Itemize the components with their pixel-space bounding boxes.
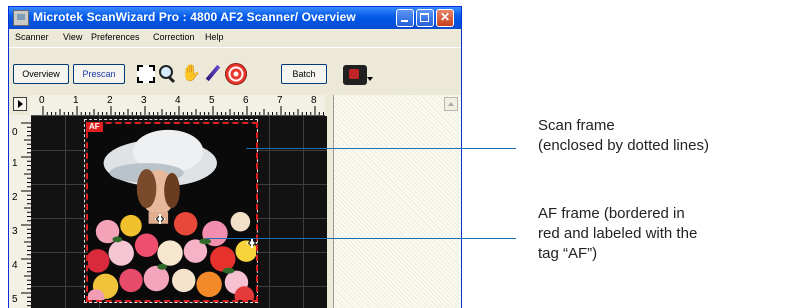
scan-frame-handle[interactable] <box>247 238 257 248</box>
ruler-label: 7 <box>277 95 283 106</box>
batch-button[interactable]: Batch <box>281 64 327 84</box>
ruler-label: 4 <box>12 260 18 271</box>
scanner-app-icon[interactable] <box>13 10 29 26</box>
ruler-label: 5 <box>12 294 18 305</box>
ruler-label: 5 <box>209 95 215 106</box>
ruler-label: 4 <box>175 95 181 106</box>
horizontal-ruler: 0 1 2 3 4 5 6 7 8 <box>29 95 325 116</box>
af-frame-handle[interactable] <box>155 214 165 224</box>
ruler-label: 2 <box>107 95 113 106</box>
toolbar: Overview Prescan ✋ Batch <box>9 47 461 94</box>
title-bar[interactable]: Microtek ScanWizard Pro : 4800 AF2 Scann… <box>9 7 461 29</box>
scanwizard-window: Microtek ScanWizard Pro : 4800 AF2 Scann… <box>8 6 462 308</box>
ruler-label: 1 <box>12 158 18 169</box>
preview-area: 0 1 2 3 4 5 6 7 8 0 1 2 3 4 5 AF <box>9 95 461 308</box>
target-icon[interactable] <box>225 63 247 85</box>
close-button[interactable] <box>436 9 454 27</box>
scan-frame-callout: Scan frame (enclosed by dotted lines) <box>538 116 709 156</box>
scan-frame-callout-line-2: (enclosed by dotted lines) <box>538 137 709 154</box>
af-frame-callout: AF frame (bordered in red and labeled wi… <box>538 204 697 264</box>
pen-icon[interactable] <box>203 64 223 84</box>
af-frame-callout-line-2: red and labeled with the <box>538 225 698 242</box>
af-frame-callout-line-3: tag “AF”) <box>538 245 598 262</box>
scanned-photo <box>88 124 256 300</box>
ruler-label: 0 <box>39 95 45 106</box>
menu-view[interactable]: View <box>63 32 82 42</box>
ruler-label: 3 <box>12 226 18 237</box>
vertical-ruler-ticks <box>21 122 31 307</box>
menu-preferences[interactable]: Preferences <box>91 32 140 42</box>
hand-icon[interactable]: ✋ <box>181 64 201 84</box>
grid-line <box>303 116 304 308</box>
menu-bar: Scanner View Preferences Correction Help <box>9 29 461 47</box>
preview-canvas[interactable]: AF <box>31 116 327 308</box>
window-title: Microtek ScanWizard Pro : 4800 AF2 Scann… <box>33 10 356 24</box>
ruler-toggle-button[interactable] <box>13 97 27 111</box>
ruler-label: 2 <box>12 192 18 203</box>
ruler-label: 6 <box>243 95 249 106</box>
settings-panel <box>333 95 461 308</box>
ruler-label: 8 <box>311 95 317 106</box>
ruler-label: 1 <box>73 95 79 106</box>
menu-correction[interactable]: Correction <box>153 32 195 42</box>
maximize-button[interactable] <box>416 9 434 27</box>
af-frame-callout-line <box>206 238 516 239</box>
menu-help[interactable]: Help <box>205 32 224 42</box>
prescan-button[interactable]: Prescan <box>73 64 125 84</box>
grid-line <box>65 116 66 308</box>
overview-button[interactable]: Overview <box>13 64 69 84</box>
af-frame-callout-line-1: AF frame (bordered in <box>538 205 685 222</box>
scan-frame-callout-line <box>246 148 516 149</box>
scroll-up-button[interactable] <box>444 97 458 111</box>
af-tag: AF <box>86 122 103 132</box>
camera-icon[interactable] <box>343 65 373 85</box>
minimize-button[interactable] <box>396 9 414 27</box>
af-frame[interactable] <box>86 122 258 302</box>
grid-line <box>269 116 270 308</box>
scan-frame-callout-line-1: Scan frame <box>538 117 615 134</box>
ruler-label: 0 <box>12 127 18 138</box>
menu-scanner[interactable]: Scanner <box>15 32 49 42</box>
vertical-ruler: 0 1 2 3 4 5 <box>9 115 32 308</box>
zoom-icon[interactable] <box>157 64 177 84</box>
ruler-label: 3 <box>141 95 147 106</box>
select-frame-icon[interactable] <box>137 65 155 83</box>
